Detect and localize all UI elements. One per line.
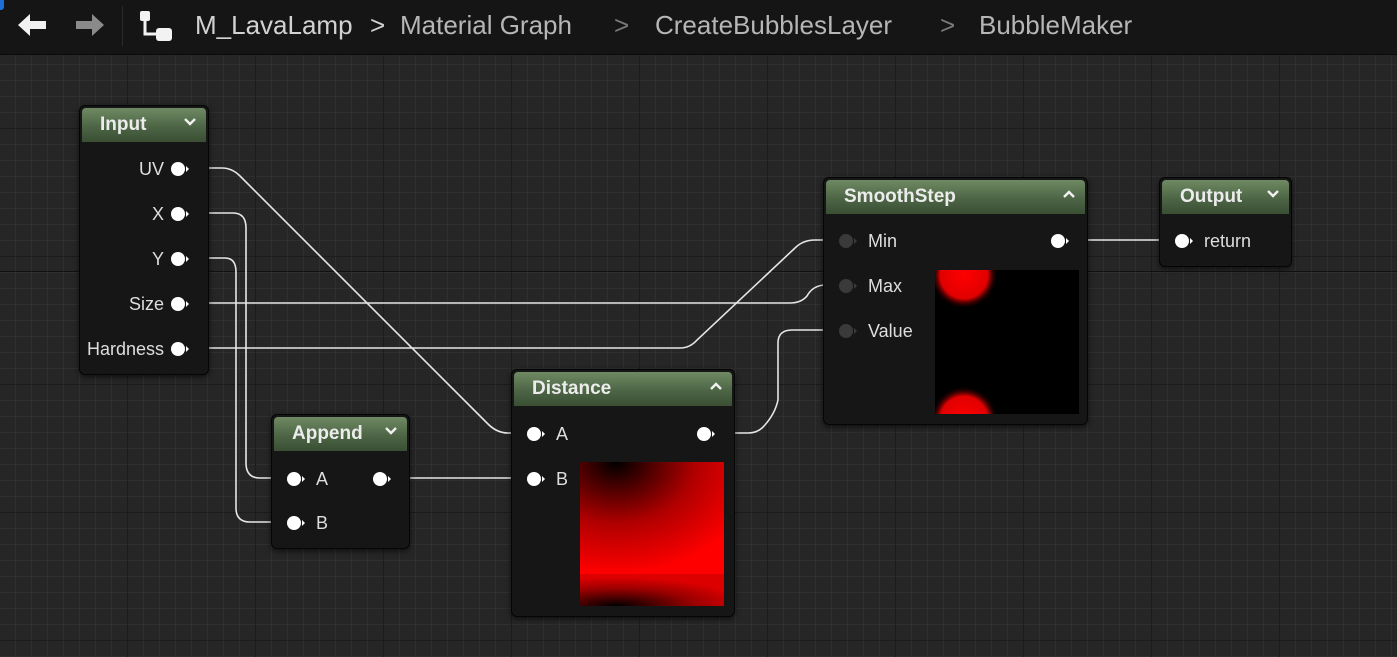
pin-label-a: A — [316, 469, 329, 489]
output-pin-hardness[interactable] — [170, 340, 190, 358]
node-title: Append — [292, 423, 363, 444]
output-pin[interactable] — [372, 470, 392, 488]
output-pin[interactable] — [1050, 232, 1070, 250]
pin-label-hardness: Hardness — [86, 339, 164, 359]
wire-size-to-smoothstep-max — [190, 284, 839, 304]
input-node[interactable]: Input UV X Y Size Hardness — [79, 105, 209, 375]
chevron-up-icon[interactable] — [1062, 187, 1076, 201]
chevron-down-icon[interactable] — [1266, 187, 1280, 201]
wire-distance-to-smoothstep-value — [717, 329, 839, 434]
output-pin-x[interactable] — [170, 205, 190, 223]
output-pin-y[interactable] — [170, 250, 190, 268]
pin-label-a: A — [556, 424, 569, 444]
chevron-up-icon[interactable] — [709, 379, 723, 393]
pin-label-y: Y — [151, 249, 164, 269]
pin-label-uv: UV — [138, 159, 164, 179]
append-node[interactable]: Append A B — [271, 414, 410, 549]
node-header[interactable]: Append — [274, 417, 407, 451]
node-title: Input — [100, 114, 147, 135]
input-pin-return[interactable] — [1174, 232, 1194, 250]
node-header[interactable]: SmoothStep — [826, 180, 1085, 214]
node-title: Output — [1180, 186, 1243, 207]
input-pin-value[interactable] — [838, 322, 858, 340]
node-title: Distance — [532, 378, 612, 399]
pin-label-return: return — [1204, 231, 1252, 251]
chevron-down-icon[interactable] — [384, 424, 398, 438]
pin-label-b: B — [316, 513, 329, 533]
node-header[interactable]: Output — [1162, 180, 1289, 214]
input-pin-a[interactable] — [526, 425, 546, 443]
wire-hardness-to-smoothstep-min — [190, 239, 839, 349]
output-pin-size[interactable] — [170, 295, 190, 313]
pin-label-size: Size — [128, 294, 164, 314]
output-node[interactable]: Output return — [1159, 177, 1292, 267]
pin-label-value: Value — [868, 321, 913, 341]
input-pin-min[interactable] — [838, 232, 858, 250]
wire-uv-to-distance-a — [190, 167, 527, 434]
input-pin-max[interactable] — [838, 277, 858, 295]
node-title: SmoothStep — [844, 186, 956, 207]
input-pin-b[interactable] — [526, 470, 546, 488]
pin-label-x: X — [151, 204, 164, 224]
pin-label-b: B — [556, 469, 569, 489]
pin-label-max: Max — [868, 276, 903, 296]
pin-label-min: Min — [868, 231, 898, 251]
output-pin-uv[interactable] — [170, 160, 190, 178]
distance-preview — [580, 462, 724, 606]
distance-node[interactable]: Distance A B — [511, 369, 735, 617]
output-pin[interactable] — [696, 425, 716, 443]
input-pin-b[interactable] — [286, 514, 306, 532]
input-pin-a[interactable] — [286, 470, 306, 488]
node-header[interactable]: Input — [82, 108, 206, 142]
smoothstep-node[interactable]: SmoothStep Min Max Value — [823, 177, 1088, 425]
smoothstep-preview — [935, 270, 1079, 414]
chevron-down-icon[interactable] — [183, 115, 197, 129]
node-header[interactable]: Distance — [514, 372, 732, 406]
